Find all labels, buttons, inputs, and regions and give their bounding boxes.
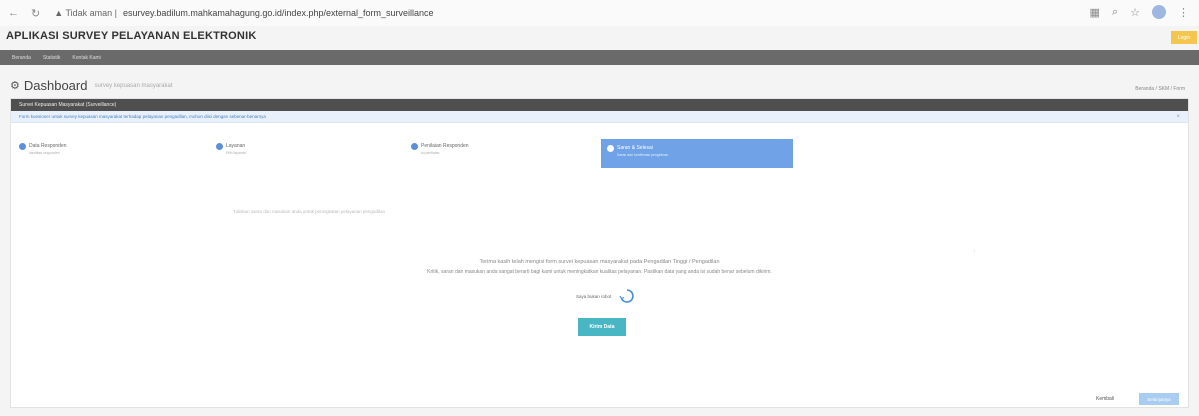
address-bar[interactable]: esurvey.badilum.mahkamahagung.go.id/inde… bbox=[123, 8, 434, 18]
thanks-message: Terima kasih telah mengisi form survei k… bbox=[479, 259, 720, 265]
breadcrumb: Beranda / SKM / Form bbox=[1135, 86, 1185, 92]
step-label: Saran & Selesai bbox=[617, 145, 653, 151]
step-sub: Isi penilaian bbox=[421, 151, 440, 155]
survey-panel: Survei Kepuasan Masyarakat (Surveillance… bbox=[10, 98, 1189, 408]
captcha-label: Saya bukan robot bbox=[576, 293, 612, 299]
dashboard-header: ⚙ Dashboard survey kepuasan masyarakat bbox=[10, 78, 173, 93]
step-circle-icon bbox=[19, 143, 26, 150]
submit-button[interactable]: Kirim Data bbox=[578, 318, 626, 336]
browser-toolbar: ← ↻ ▲ Tidak aman | esurvey.badilum.mahka… bbox=[0, 0, 1199, 26]
login-button[interactable]: Login bbox=[1171, 31, 1197, 44]
reload-icon[interactable]: ↻ bbox=[31, 7, 40, 20]
menu-item-stats[interactable]: Statistik bbox=[43, 55, 61, 61]
recaptcha-icon bbox=[619, 288, 635, 304]
browser-nav: ← ↻ bbox=[8, 7, 40, 20]
star-icon[interactable]: ☆ bbox=[1130, 6, 1140, 19]
insecure-warning-text: Tidak aman bbox=[65, 8, 113, 18]
step-circle-icon bbox=[607, 145, 614, 152]
zoom-icon[interactable]: ⌕ bbox=[1112, 6, 1118, 19]
suggestion-hint[interactable]: Tuliskan saran dan masukan anda untuk pe… bbox=[233, 209, 385, 214]
back-button[interactable]: Kembali bbox=[1096, 396, 1114, 402]
app-title: APLIKASI SURVEY PELAYANAN ELEKTRONIK bbox=[6, 30, 257, 42]
insecure-warning[interactable]: ▲ Tidak aman | bbox=[54, 8, 117, 18]
step-label: Layanan bbox=[226, 143, 246, 149]
main-menu: Beranda Statistik Kontak Kami bbox=[0, 50, 1199, 65]
browser-actions: ▦ ⌕ ☆ ⋮ bbox=[1090, 5, 1189, 19]
info-alert: Form kuesioner untuk survey kepuasan mas… bbox=[11, 111, 1188, 123]
step-circle-icon bbox=[411, 143, 418, 150]
resize-handle[interactable]: ⌟ bbox=[973, 247, 975, 253]
more-icon[interactable]: ⋮ bbox=[1178, 6, 1189, 19]
extension-icon[interactable]: ▦ bbox=[1090, 6, 1100, 19]
thanks-submessage: Kritik, saran dan masukan anda sangat be… bbox=[427, 269, 772, 275]
step-circle-icon bbox=[216, 143, 223, 150]
step-saran-selesai[interactable]: Saran & Selesai Saran dan konfirmasi peng… bbox=[601, 139, 793, 168]
close-icon[interactable]: × bbox=[1176, 114, 1180, 120]
step-data-responden[interactable]: Data Responden Identitas responden bbox=[19, 143, 67, 155]
step-label: Data Responden bbox=[29, 143, 67, 149]
menu-item-contact[interactable]: Kontak Kami bbox=[72, 55, 100, 61]
menu-item-home[interactable]: Beranda bbox=[12, 55, 31, 61]
step-sub: Saran dan konfirmasi pengiriman bbox=[617, 153, 669, 157]
next-button[interactable]: Selanjutnya bbox=[1139, 393, 1179, 405]
step-sub: Pilih layanan bbox=[226, 151, 246, 155]
wizard-steps: Data Responden Identitas responden Layana… bbox=[11, 139, 1188, 169]
panel-header: Survei Kepuasan Masyarakat (Surveillance… bbox=[11, 99, 1188, 111]
gear-icon: ⚙ bbox=[10, 80, 20, 92]
step-layanan[interactable]: Layanan Pilih layanan bbox=[216, 143, 246, 155]
page-subtitle: survey kepuasan masyarakat bbox=[94, 82, 173, 89]
profile-avatar[interactable] bbox=[1152, 5, 1166, 19]
step-sub: Identitas responden bbox=[29, 151, 60, 155]
recaptcha-widget[interactable]: Saya bukan robot bbox=[576, 288, 635, 304]
page-title: Dashboard bbox=[23, 78, 88, 93]
info-alert-text: Form kuesioner untuk survey kepuasan mas… bbox=[19, 114, 266, 119]
step-penilaian[interactable]: Penilaian Responden Isi penilaian bbox=[411, 143, 469, 155]
back-arrow-icon[interactable]: ← bbox=[8, 7, 19, 20]
step-label: Penilaian Responden bbox=[421, 143, 469, 149]
